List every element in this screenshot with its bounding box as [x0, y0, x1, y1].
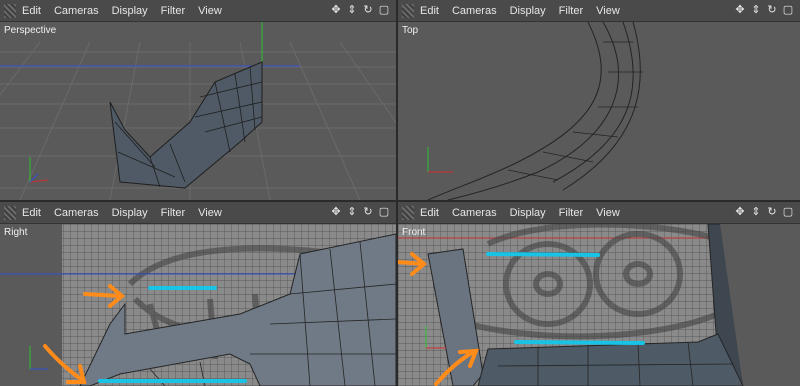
viewport-top[interactable]: Edit Cameras Display Filter View ✥ ⇕ ↻ ▢ [398, 0, 800, 200]
menu-edit[interactable]: Edit [420, 5, 439, 17]
grip-handle-icon[interactable] [402, 205, 414, 220]
viewport-menubar: Edit Cameras Display Filter View ✥ ⇕ ↻ ▢ [0, 0, 396, 22]
menu-cameras[interactable]: Cameras [54, 5, 99, 17]
menu-view[interactable]: View [198, 207, 222, 219]
menu-filter[interactable]: Filter [161, 207, 185, 219]
front-canvas[interactable] [398, 224, 800, 386]
viewport-label: Perspective [4, 25, 57, 36]
zoom-icon[interactable]: ⇕ [750, 4, 762, 16]
viewport-menubar: Edit Cameras Display Filter View ✥ ⇕ ↻ ▢ [0, 202, 396, 224]
viewport-menubar: Edit Cameras Display Filter View ✥ ⇕ ↻ ▢ [398, 0, 800, 22]
right-canvas[interactable] [0, 224, 396, 386]
menu-display[interactable]: Display [112, 5, 148, 17]
viewport-perspective[interactable]: Edit Cameras Display Filter View ✥ ⇕ ↻ ▢ [0, 0, 396, 200]
maximize-icon[interactable]: ▢ [378, 206, 390, 218]
menu-edit[interactable]: Edit [22, 5, 41, 17]
menu-display[interactable]: Display [112, 207, 148, 219]
zoom-icon[interactable]: ⇕ [750, 206, 762, 218]
maximize-icon[interactable]: ▢ [378, 4, 390, 16]
viewport-menubar: Edit Cameras Display Filter View ✥ ⇕ ↻ ▢ [398, 202, 800, 224]
viewport-right[interactable]: Edit Cameras Display Filter View ✥ ⇕ ↻ ▢ [0, 202, 396, 386]
viewport-front[interactable]: Edit Cameras Display Filter View ✥ ⇕ ↻ ▢ [398, 202, 800, 386]
grip-handle-icon[interactable] [4, 3, 16, 18]
rotate-icon[interactable]: ↻ [766, 4, 778, 16]
menu-edit[interactable]: Edit [420, 207, 439, 219]
viewport-label: Top [402, 25, 419, 36]
top-canvas[interactable] [398, 22, 800, 200]
zoom-icon[interactable]: ⇕ [346, 4, 358, 16]
grip-handle-icon[interactable] [4, 205, 16, 220]
menu-view[interactable]: View [198, 5, 222, 17]
menu-view[interactable]: View [596, 207, 620, 219]
menu-display[interactable]: Display [510, 207, 546, 219]
menu-cameras[interactable]: Cameras [452, 207, 497, 219]
menu-filter[interactable]: Filter [161, 5, 185, 17]
move-icon[interactable]: ✥ [330, 206, 342, 218]
viewport-label: Front [402, 227, 426, 238]
move-icon[interactable]: ✥ [330, 4, 342, 16]
maximize-icon[interactable]: ▢ [782, 206, 794, 218]
perspective-canvas[interactable] [0, 22, 396, 200]
menu-filter[interactable]: Filter [559, 207, 583, 219]
menu-display[interactable]: Display [510, 5, 546, 17]
rotate-icon[interactable]: ↻ [362, 4, 374, 16]
menu-cameras[interactable]: Cameras [452, 5, 497, 17]
move-icon[interactable]: ✥ [734, 4, 746, 16]
menu-cameras[interactable]: Cameras [54, 207, 99, 219]
menu-filter[interactable]: Filter [559, 5, 583, 17]
grip-handle-icon[interactable] [402, 3, 414, 18]
rotate-icon[interactable]: ↻ [362, 206, 374, 218]
move-icon[interactable]: ✥ [734, 206, 746, 218]
viewport-label: Right [4, 227, 28, 238]
menu-view[interactable]: View [596, 5, 620, 17]
menu-edit[interactable]: Edit [22, 207, 41, 219]
maximize-icon[interactable]: ▢ [782, 4, 794, 16]
zoom-icon[interactable]: ⇕ [346, 206, 358, 218]
rotate-icon[interactable]: ↻ [766, 206, 778, 218]
